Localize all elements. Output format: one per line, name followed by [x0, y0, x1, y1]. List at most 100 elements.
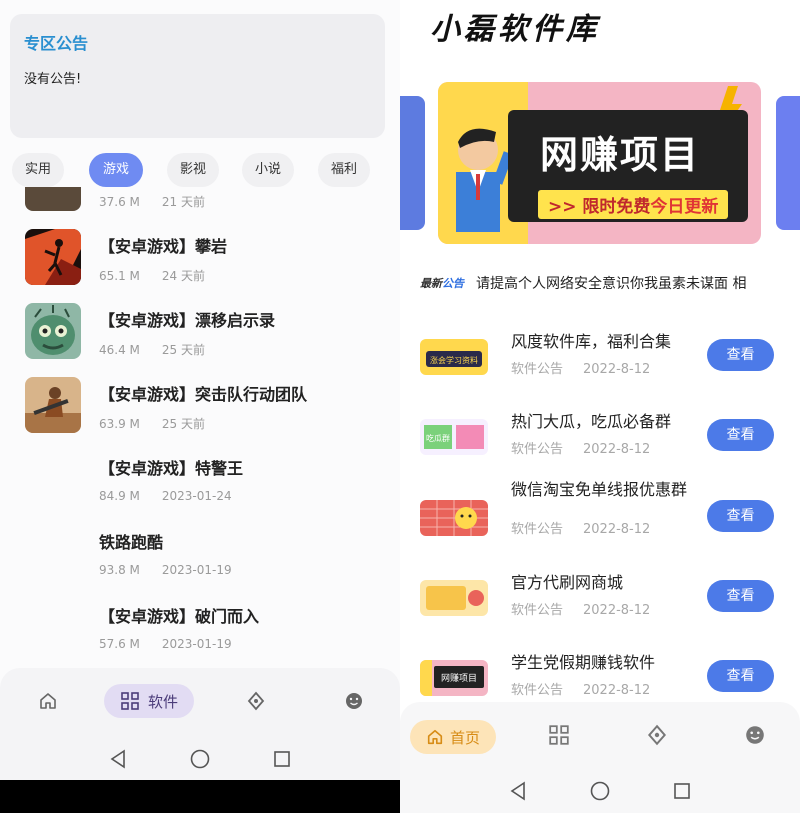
view-button[interactable]: 查看	[707, 419, 774, 451]
item-meta: 软件公告 2022-8-12	[511, 683, 651, 698]
bottom-nav: 首页	[400, 702, 800, 813]
banner-next-slide[interactable]	[776, 96, 800, 230]
list-item[interactable]: 铁路跑酷 93.8 M 2023-01-19	[0, 517, 400, 591]
item-thumbnail	[420, 500, 488, 536]
list-item[interactable]: 【安卓游戏】突击队行动团队 63.9 M 25 天前	[0, 369, 400, 443]
item-title: 铁路跑酷	[99, 533, 164, 552]
recents-icon[interactable]	[271, 748, 293, 770]
smiley-icon	[746, 726, 764, 744]
banner-tagline: >> 限时免费今日更新	[538, 190, 729, 219]
item-title: 【安卓游戏】突击队行动团队	[99, 385, 308, 404]
item-meta: 63.9 M 25 天前	[99, 417, 205, 431]
home-icon	[40, 693, 56, 709]
game-thumbnail	[25, 187, 81, 211]
item-title: 官方代刷网商城	[511, 573, 624, 592]
game-thumbnail	[25, 229, 81, 285]
system-nav-bar	[0, 748, 400, 770]
item-title: 风度软件库，福利合集	[511, 332, 672, 351]
game-thumbnail	[25, 303, 81, 359]
smiley-icon	[346, 693, 362, 709]
system-nav-bar	[400, 780, 800, 802]
item-title: 微信淘宝免单线报优惠群	[511, 480, 688, 499]
tab-games[interactable]: 游戏	[89, 153, 143, 187]
list-item[interactable]: 【安卓游戏】特警王 84.9 M 2023-01-24	[0, 443, 400, 517]
item-meta: 46.4 M 25 天前	[99, 343, 205, 357]
grid-icon	[121, 692, 139, 710]
tab-practical[interactable]: 实用	[12, 153, 64, 187]
tab-welfare[interactable]: 福利	[318, 153, 370, 187]
svg-text:吃瓜群: 吃瓜群	[426, 433, 450, 443]
item-title: 学生党假期赚钱软件	[511, 653, 656, 672]
back-icon[interactable]	[107, 748, 129, 770]
tab-video[interactable]: 影视	[167, 153, 219, 187]
notice-body: 没有公告!	[24, 72, 82, 87]
announcement-item[interactable]: 吃瓜群 热门大瓜，吃瓜必备群 软件公告 2022-8-12 查看	[400, 405, 800, 485]
item-meta: 软件公告 2022-8-12	[511, 603, 651, 618]
svg-text:涨会学习资料: 涨会学习资料	[430, 355, 478, 365]
svg-text:网赚项目: 网赚项目	[441, 672, 477, 684]
list-item[interactable]: 【安卓游戏】攀岩 65.1 M 24 天前	[0, 221, 400, 295]
item-meta: 软件公告 2022-8-12	[511, 442, 651, 457]
ticker-label: 最新公告	[420, 277, 464, 290]
item-meta: 软件公告 2022-8-12	[511, 522, 651, 537]
item-meta: 84.9 M 2023-01-24	[99, 489, 232, 503]
item-meta: 65.1 M 24 天前	[99, 269, 205, 283]
nav-profile[interactable]	[744, 724, 770, 750]
nav-home-label: 首页	[449, 728, 480, 747]
compass-icon	[247, 691, 265, 711]
item-thumbnail: 网赚项目	[420, 660, 488, 696]
item-title: 热门大瓜，吃瓜必备群	[511, 412, 672, 431]
game-list: 37.6 M 21 天前 【安卓游戏】攀岩 65.1 M 24 天前 【安卓游戏…	[0, 187, 400, 667]
announcement-item[interactable]: 官方代刷网商城 软件公告 2022-8-12 查看	[400, 566, 800, 646]
nav-home[interactable]: 首页	[410, 720, 496, 754]
grid-icon	[549, 725, 569, 745]
ticker-text: 请提高个人网络安全意识你我虽素未谋面 相	[476, 276, 747, 292]
view-button[interactable]: 查看	[707, 660, 774, 692]
announcement-ticker[interactable]: 最新公告 请提高个人网络安全意识你我虽素未谋面 相	[420, 270, 800, 296]
item-title: 【安卓游戏】破门而入	[99, 607, 260, 626]
banner-headline: 网赚项目	[540, 133, 701, 177]
list-item[interactable]: 【安卓游戏】漂移启示录 46.4 M 25 天前	[0, 295, 400, 369]
promo-banner[interactable]: 网赚项目 >> 限时免费今日更新	[438, 82, 761, 244]
item-meta: 57.6 M 2023-01-19	[99, 637, 232, 651]
item-thumbnail: 涨会学习资料	[420, 339, 488, 375]
notice-title: 专区公告	[24, 34, 89, 53]
screenshot-stage: 专区公告 没有公告! 实用 游戏 影视 小说 福利 37.6 M 21 天前 【…	[0, 0, 800, 813]
view-button[interactable]: 查看	[707, 580, 774, 612]
home-circle-icon[interactable]	[589, 780, 611, 802]
back-icon[interactable]	[507, 780, 529, 802]
announcement-item[interactable]: 涨会学习资料 风度软件库，福利合集 软件公告 2022-8-12 查看	[400, 325, 800, 405]
item-title: 【安卓游戏】漂移启示录	[99, 311, 276, 330]
category-tabs: 实用 游戏 影视 小说 福利	[12, 153, 392, 187]
nav-discover[interactable]	[646, 724, 672, 750]
item-thumbnail: 吃瓜群	[420, 419, 488, 455]
home-circle-icon[interactable]	[189, 748, 211, 770]
brand-title: 小磊软件库	[430, 12, 600, 47]
view-button[interactable]: 查看	[707, 500, 774, 532]
item-meta: 37.6 M 21 天前	[99, 195, 205, 209]
tab-novels[interactable]: 小说	[242, 153, 294, 187]
nav-software-label: 软件	[148, 692, 179, 711]
left-screen: 专区公告 没有公告! 实用 游戏 影视 小说 福利 37.6 M 21 天前 【…	[0, 0, 400, 780]
nav-home[interactable]	[36, 684, 60, 718]
game-thumbnail	[25, 377, 81, 433]
banner-prev-slide[interactable]	[400, 96, 425, 230]
home-icon	[427, 729, 443, 745]
nav-software[interactable]: 软件	[104, 684, 195, 718]
item-meta: 93.8 M 2023-01-19	[99, 563, 232, 577]
notice-card: 专区公告 没有公告!	[10, 14, 385, 138]
nav-discover[interactable]	[244, 684, 268, 718]
item-title: 【安卓游戏】特警王	[99, 459, 244, 478]
nav-software[interactable]	[548, 724, 574, 750]
right-screen: 小磊软件库 网赚项目 >> 限时免费今日更新 最新公告 请提高个人网络安全意识你…	[400, 0, 800, 813]
recents-icon[interactable]	[671, 780, 693, 802]
item-thumbnail	[420, 580, 488, 616]
view-button[interactable]: 查看	[707, 339, 774, 371]
nav-profile[interactable]	[342, 684, 366, 718]
announcement-item[interactable]: 微信淘宝免单线报优惠群 软件公告 2022-8-12 查看	[400, 478, 800, 558]
list-item[interactable]: 【安卓游戏】破门而入 57.6 M 2023-01-19	[0, 591, 400, 665]
bottom-nav: 软件	[0, 668, 400, 780]
compass-icon	[647, 724, 667, 746]
item-title: 【安卓游戏】攀岩	[99, 237, 228, 256]
list-item[interactable]: 37.6 M 21 天前	[0, 187, 400, 221]
